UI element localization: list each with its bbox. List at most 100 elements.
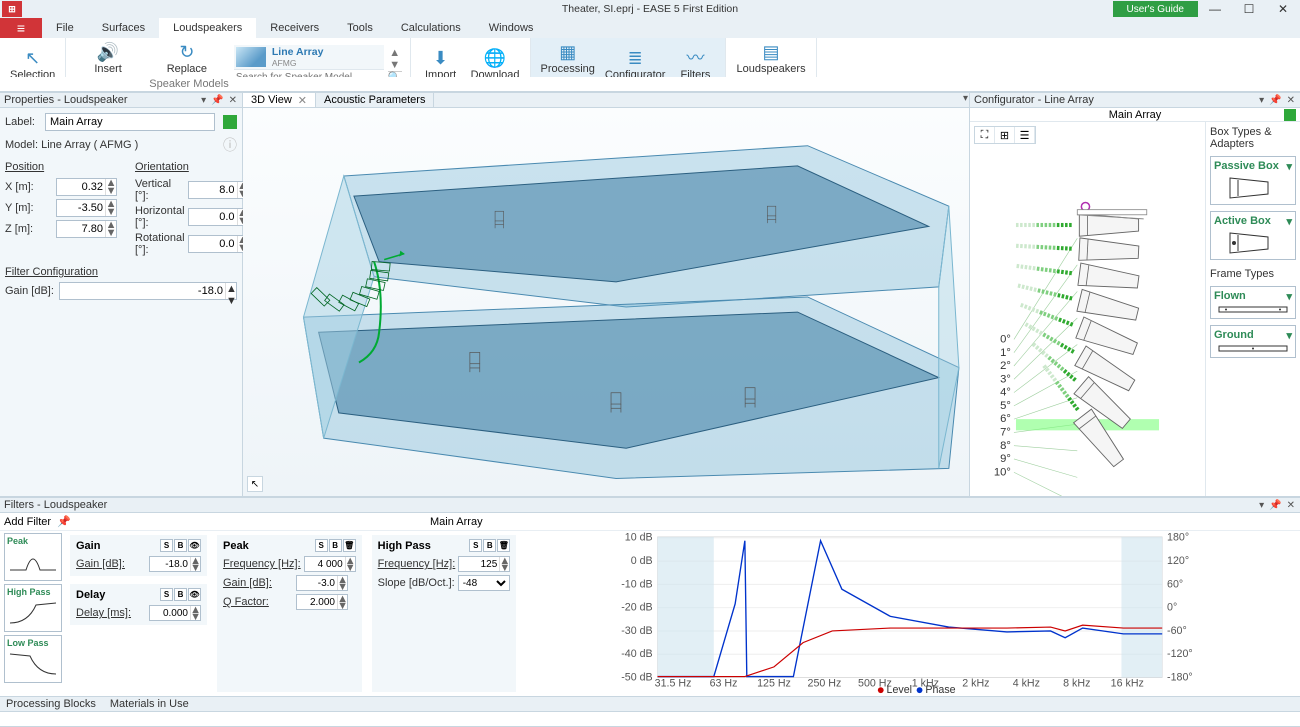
- pin-icon[interactable]: 📌: [57, 515, 71, 528]
- users-guide-button[interactable]: User's Guide: [1113, 1, 1199, 17]
- z-input[interactable]: [57, 221, 105, 237]
- tool-grid-icon[interactable]: ⊞: [995, 127, 1015, 143]
- minimize-button[interactable]: —: [1198, 1, 1232, 17]
- hamburger-button[interactable]: ≡: [0, 18, 42, 38]
- tool-list-icon[interactable]: ☰: [1015, 127, 1035, 143]
- menu-surfaces[interactable]: Surfaces: [88, 18, 159, 38]
- cursor-mode-icon[interactable]: ↖: [247, 476, 263, 492]
- menu-loudspeakers[interactable]: Loudspeakers: [159, 18, 256, 38]
- processing-blocks-button[interactable]: ▦Processing Blocks: [537, 39, 599, 89]
- tab-acoustic-parameters[interactable]: Acoustic Parameters: [316, 93, 434, 107]
- flown-frame-button[interactable]: Flown▾: [1210, 286, 1296, 319]
- selection-button[interactable]: ↖Selection: [6, 45, 59, 83]
- pin-icon[interactable]: 📌: [210, 95, 224, 106]
- model-scroll[interactable]: ▲▼🔍: [388, 47, 402, 83]
- svg-text:0°: 0°: [1167, 602, 1177, 614]
- svg-text:7°: 7°: [1000, 426, 1011, 438]
- rotational-input[interactable]: [189, 236, 237, 252]
- svg-text:125 Hz: 125 Hz: [757, 677, 791, 689]
- add-filter-button[interactable]: Add Filter: [4, 516, 51, 528]
- svg-text:31.5 Hz: 31.5 Hz: [655, 677, 692, 689]
- config-side: Box Types & Adapters Passive Box▾ Active…: [1205, 122, 1300, 496]
- insert-loudspeaker-button[interactable]: 🔊Insert Loudspeaker: [72, 39, 144, 89]
- dropdown-icon[interactable]: ▾: [962, 93, 969, 107]
- color-swatch[interactable]: [223, 115, 237, 129]
- properties-panel: Properties - Loudspeaker ▾ 📌 ✕ Label: Mo…: [0, 92, 243, 496]
- dropdown-icon[interactable]: ▾: [200, 95, 207, 106]
- status-materials[interactable]: Materials in Use: [110, 698, 189, 710]
- svg-text:1°: 1°: [1000, 347, 1011, 359]
- svg-text:-40 dB: -40 dB: [622, 648, 653, 660]
- menu-receivers[interactable]: Receivers: [256, 18, 333, 38]
- speaker-model-picker[interactable]: Line ArrayAFMG: [234, 45, 384, 84]
- dropdown-icon[interactable]: ▾: [1258, 95, 1265, 106]
- x-input[interactable]: [57, 179, 105, 195]
- delete-button[interactable]: 🗑: [343, 539, 356, 552]
- cursor-icon: ↖: [22, 47, 44, 69]
- color-swatch[interactable]: [1284, 109, 1296, 121]
- solo-button[interactable]: S: [160, 539, 173, 552]
- configurator-button[interactable]: ≣Configurator: [601, 45, 670, 83]
- main-area: Properties - Loudspeaker ▾ 📌 ✕ Label: Mo…: [0, 92, 1300, 496]
- ground-frame-button[interactable]: Ground▾: [1210, 325, 1296, 358]
- line-array-thumb-icon: [236, 47, 266, 67]
- center-panel: 3D View✕ Acoustic Parameters ▾: [243, 92, 970, 496]
- menu-tools[interactable]: Tools: [333, 18, 387, 38]
- filters-panel: Filters - Loudspeaker ▾ 📌 ✕ Add Filter 📌…: [0, 496, 1300, 696]
- bypass-button[interactable]: B: [174, 539, 187, 552]
- filters-icon: 〰: [684, 47, 706, 69]
- peak-q-input[interactable]: [297, 595, 337, 609]
- pin-icon[interactable]: 📌: [1268, 95, 1282, 106]
- peak-gain-input[interactable]: [297, 576, 337, 590]
- close-button[interactable]: ✕: [1266, 1, 1300, 17]
- gain-input[interactable]: [60, 283, 225, 299]
- array-diagram[interactable]: ⛶ ⊞ ☰ 0°1°2°3°4°5°6°7°8°9°10°: [970, 122, 1205, 496]
- info-icon[interactable]: ⓘ: [223, 135, 237, 155]
- hp-slope-select[interactable]: -48: [458, 575, 510, 591]
- filter-gain-input[interactable]: [150, 557, 190, 571]
- label-input[interactable]: [45, 113, 215, 131]
- active-box-button[interactable]: Active Box▾: [1210, 211, 1296, 260]
- tool-focus-icon[interactable]: ⛶: [975, 127, 995, 143]
- y-input[interactable]: [57, 200, 105, 216]
- menu-calculations[interactable]: Calculations: [387, 18, 475, 38]
- center-tabs: 3D View✕ Acoustic Parameters ▾: [243, 92, 969, 108]
- close-icon[interactable]: ✕: [1286, 95, 1296, 106]
- close-icon[interactable]: ✕: [228, 95, 238, 106]
- lowpass-filter-button[interactable]: Low Pass: [4, 635, 62, 683]
- status-bar: Processing Blocks Materials in Use: [0, 696, 1300, 711]
- vertical-input[interactable]: [189, 182, 237, 198]
- maximize-button[interactable]: ☐: [1232, 1, 1266, 17]
- filter-delay-input[interactable]: [150, 606, 190, 620]
- svg-text:4 kHz: 4 kHz: [1013, 677, 1040, 689]
- horizontal-input[interactable]: [189, 209, 237, 225]
- menu-file[interactable]: File: [42, 18, 88, 38]
- highpass-filter-button[interactable]: High Pass: [4, 584, 62, 632]
- import-button[interactable]: ⬇Import: [417, 45, 465, 83]
- menu-windows[interactable]: Windows: [475, 18, 548, 38]
- status-processing-blocks[interactable]: Processing Blocks: [6, 698, 96, 710]
- table-icon: ▤: [760, 41, 782, 63]
- download-button[interactable]: 🌐Download: [467, 45, 524, 83]
- close-icon[interactable]: ✕: [1286, 500, 1296, 511]
- svg-text:9°: 9°: [1000, 453, 1011, 465]
- svg-text:8 kHz: 8 kHz: [1063, 677, 1090, 689]
- filters-button[interactable]: 〰Filters: [671, 45, 719, 83]
- passive-box-button[interactable]: Passive Box▾: [1210, 156, 1296, 205]
- replace-speaker-button[interactable]: ↻Replace Speaker Model: [146, 39, 228, 89]
- tab-3d-view[interactable]: 3D View✕: [243, 93, 316, 107]
- 3d-viewport[interactable]: ↖: [243, 108, 969, 496]
- svg-text:0°: 0°: [1000, 334, 1011, 346]
- view-button[interactable]: 👁: [188, 539, 201, 552]
- loudspeakers-table-button[interactable]: ▤Loudspeakers Table: [732, 39, 809, 89]
- peak-freq-input[interactable]: [305, 557, 345, 571]
- close-icon[interactable]: ✕: [298, 94, 307, 107]
- dropdown-icon[interactable]: ▾: [1258, 500, 1265, 511]
- hp-freq-input[interactable]: [459, 557, 499, 571]
- pin-icon[interactable]: 📌: [1268, 500, 1282, 511]
- search-speaker-input[interactable]: [234, 69, 384, 84]
- configurator-panel: Configurator - Line Array ▾ 📌 ✕ Main Arr…: [970, 92, 1300, 496]
- filter-chart[interactable]: 10 dB0 dB-10 dB-20 dB-30 dB-40 dB-50 dB …: [520, 531, 1300, 696]
- peak-filter-button[interactable]: Peak: [4, 533, 62, 581]
- svg-text:2 kHz: 2 kHz: [963, 677, 990, 689]
